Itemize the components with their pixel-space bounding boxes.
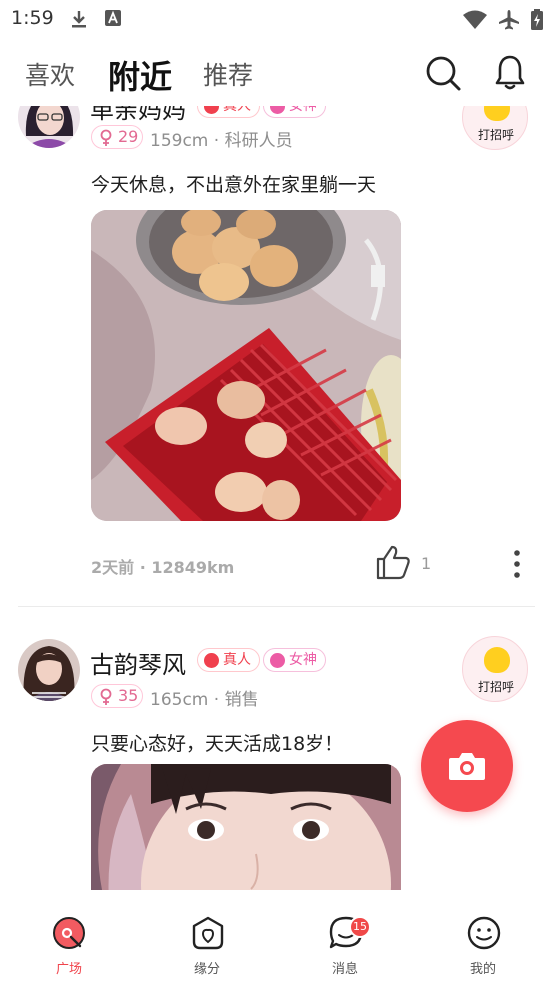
- nav-fate[interactable]: 缘分: [138, 890, 276, 984]
- real-person-badge: 真人: [197, 106, 260, 118]
- like-icon[interactable]: [375, 544, 411, 580]
- age-tag: 29: [91, 125, 143, 149]
- tab-recommend[interactable]: 推荐: [203, 56, 253, 92]
- verified-icon: [204, 106, 219, 114]
- status-time: 1:59: [11, 7, 54, 29]
- smiley-icon: [484, 647, 510, 673]
- nav-messages[interactable]: 消息: [276, 890, 414, 984]
- battery-icon: [531, 9, 543, 30]
- height-occupation: 165cm · 销售: [150, 690, 259, 710]
- nav-fate-label: 缘分: [193, 962, 220, 977]
- goddess-icon: [270, 653, 285, 668]
- greet-label: 打招呼: [477, 680, 514, 694]
- tab-nearby[interactable]: 附近: [108, 52, 172, 98]
- greet-button[interactable]: 打招呼: [462, 636, 528, 702]
- wifi-icon: [463, 10, 487, 29]
- avatar[interactable]: [18, 106, 80, 148]
- plaza-icon: [53, 917, 85, 949]
- airplane-icon: [499, 10, 519, 30]
- profile-icon: [467, 916, 501, 950]
- camera-button[interactable]: [421, 720, 513, 812]
- avatar[interactable]: [18, 639, 80, 701]
- bell-icon[interactable]: [494, 54, 526, 92]
- status-bar: 1:59: [0, 0, 553, 38]
- more-options-icon[interactable]: [510, 549, 524, 579]
- search-icon[interactable]: [424, 54, 462, 92]
- age-tag: 35: [91, 684, 143, 708]
- post-divider: [18, 606, 535, 607]
- female-icon: [100, 129, 112, 146]
- tab-likes[interactable]: 喜欢: [25, 56, 75, 92]
- post-photo[interactable]: [91, 764, 401, 890]
- post-time-distance: 2天前 · 12849km: [91, 558, 235, 577]
- message-count-badge: 15: [349, 916, 371, 938]
- nav-plaza[interactable]: 广场: [0, 890, 138, 984]
- nav-profile-label: 我的: [469, 962, 496, 977]
- post-author-name[interactable]: 单亲妈妈: [90, 106, 186, 125]
- greet-label: 打招呼: [477, 128, 514, 142]
- smiley-icon: [484, 106, 510, 121]
- fate-icon: [192, 916, 224, 950]
- nav-plaza-label: 广场: [55, 962, 82, 977]
- post-text: 只要心态好，天天活成18岁！: [91, 733, 344, 755]
- top-header: 喜欢 附近 推荐: [0, 38, 553, 106]
- goddess-badge: 女神: [263, 648, 326, 672]
- goddess-badge: 女神: [263, 106, 326, 118]
- bottom-nav: 广场 缘分 消息 15 我的: [0, 890, 553, 984]
- goddess-icon: [270, 106, 285, 114]
- verified-icon: [204, 653, 219, 668]
- text-a-icon: [105, 10, 121, 26]
- height-occupation: 159cm · 科研人员: [150, 131, 293, 151]
- download-icon: [72, 11, 86, 28]
- female-icon: [100, 688, 112, 705]
- camera-icon: [449, 753, 485, 780]
- like-count: 1: [421, 554, 432, 573]
- nav-profile[interactable]: 我的: [414, 890, 552, 984]
- post-photo[interactable]: [91, 210, 401, 521]
- post-author-name[interactable]: 古韵琴风: [90, 645, 186, 680]
- post-text: 今天休息，不出意外在家里躺一天: [91, 174, 377, 196]
- greet-button[interactable]: 打招呼: [462, 106, 528, 150]
- real-person-badge: 真人: [197, 648, 260, 672]
- nav-messages-label: 消息: [331, 962, 358, 977]
